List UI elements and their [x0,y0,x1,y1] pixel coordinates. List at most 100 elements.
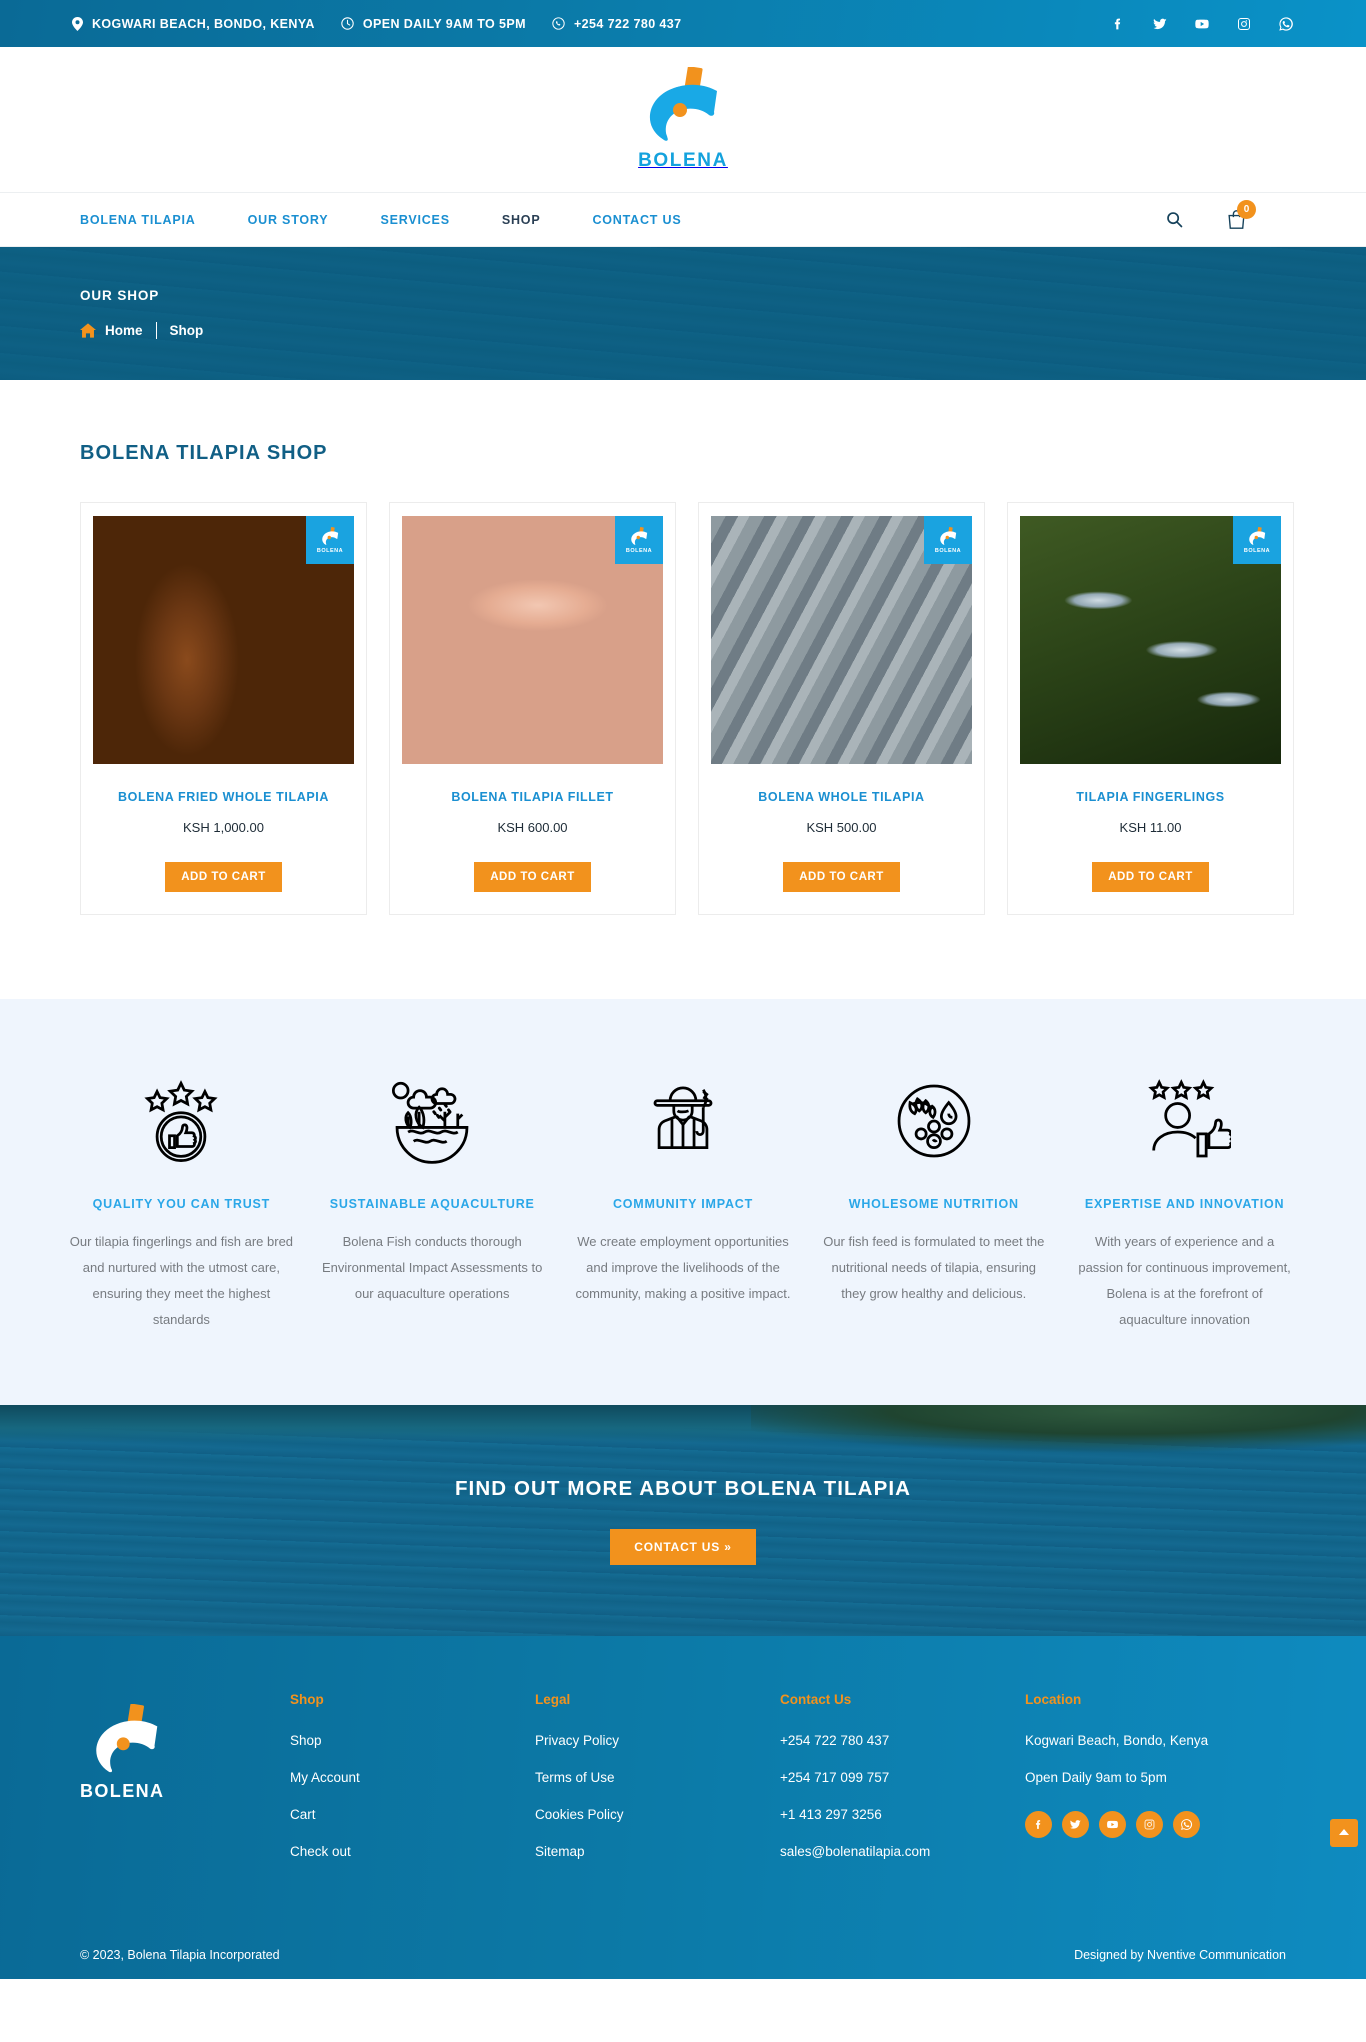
footer-column-heading: Contact Us [780,1692,852,1707]
footer-logo-wordmark: BOLENA [80,1781,165,1801]
instagram-icon[interactable] [1136,1811,1163,1838]
bolena-fish-logo-icon [80,1703,172,1780]
footer-address: Kogwari Beach, Bondo, Kenya [1025,1733,1209,1748]
footer-link[interactable]: Cookies Policy [535,1807,780,1822]
feature-description: Our fish feed is formulated to meet the … [823,1234,1045,1301]
whatsapp-icon[interactable] [1173,1811,1200,1838]
feature-item-sustainable: SUSTAINABLE AQUACULTURE Bolena Fish cond… [307,1069,558,1333]
footer-link[interactable]: Cart [290,1807,535,1822]
logo-bar: BOLENA [0,47,1366,192]
cta-contact-button[interactable]: CONTACT US » [610,1528,756,1565]
youtube-icon[interactable] [1099,1811,1126,1838]
breadcrumb: Home Shop [80,322,1298,339]
footer-link[interactable]: Privacy Policy [535,1733,780,1748]
feature-title: WHOLESOME NUTRITION [848,1197,1019,1211]
site-footer: BOLENA Shop Shop My Account Cart Check o… [0,1636,1366,1979]
twitter-icon[interactable] [1152,16,1168,32]
breadcrumb-separator [155,322,157,339]
cta-title: FIND OUT MORE ABOUT BOLENA TILAPIA [454,1476,912,1500]
cart-icon[interactable]: 0 [1227,200,1256,230]
footer-social-links [1025,1811,1275,1838]
location-pin-icon [72,16,83,31]
product-image[interactable]: BOLENA [711,516,972,764]
top-phone[interactable]: +254 722 780 437 [552,17,682,31]
features-grid: QUALITY YOU CAN TRUST Our tilapia finger… [0,1069,1366,1333]
copyright-text: © 2023, Bolena Tilapia Incorporated [80,1948,280,1962]
brand-badge-icon: BOLENA [924,516,972,564]
whatsapp-icon[interactable] [1278,16,1294,32]
nav-links: BOLENA TILAPIA OUR STORY SERVICES SHOP C… [80,213,713,227]
top-info-left: KOGWARI BEACH, BONDO, KENYA OPEN DAILY 9… [72,16,682,31]
feature-title: SUSTAINABLE AQUACULTURE [329,1197,535,1211]
instagram-icon[interactable] [1236,16,1252,32]
product-card[interactable]: BOLENA BOLENA FRIED WHOLE TILAPIA KSH 1,… [80,502,367,915]
add-to-cart-button[interactable]: ADD TO CART [165,862,282,892]
product-card[interactable]: BOLENA BOLENA WHOLE TILAPIA KSH 500.00 A… [698,502,985,915]
footer-link[interactable]: Shop [290,1733,535,1748]
footer-phone-3[interactable]: +1 413 297 3256 [780,1807,1025,1822]
footer-column-heading: Location [1025,1692,1082,1707]
nav-item-our-story[interactable]: OUR STORY [248,213,381,227]
footer-column-contact: Contact Us +254 722 780 437 +254 717 099… [780,1692,1025,1881]
whatsapp-phone-icon [552,17,565,30]
feature-item-community: COMMUNITY IMPACT We create employment op… [558,1069,809,1333]
add-to-cart-button[interactable]: ADD TO CART [474,862,591,892]
facebook-icon[interactable] [1025,1811,1052,1838]
footer-link[interactable]: Terms of Use [535,1770,780,1785]
cta-banner: FIND OUT MORE ABOUT BOLENA TILAPIA CONTA… [0,1405,1366,1636]
feature-title: QUALITY YOU CAN TRUST [92,1197,271,1211]
product-price: KSH 11.00 [1119,820,1182,835]
cart-count-badge: 0 [1237,200,1256,219]
feature-item-nutrition: WHOLESOME NUTRITION Our fish feed is for… [808,1069,1059,1333]
brand-badge-word: BOLENA [625,547,653,554]
footer-link[interactable]: Sitemap [535,1844,780,1859]
product-title[interactable]: TILAPIA FINGERLINGS [1076,790,1224,804]
product-card[interactable]: BOLENA BOLENA TILAPIA FILLET KSH 600.00 … [389,502,676,915]
eco-earth-icon [317,1069,548,1173]
twitter-icon[interactable] [1062,1811,1089,1838]
footer-phone-2[interactable]: +254 717 099 757 [780,1770,1025,1785]
footer-column-heading: Legal [535,1692,571,1707]
logo-wordmark: BOLENA [638,150,728,171]
brand-badge-word: BOLENA [1243,547,1271,554]
product-title[interactable]: BOLENA WHOLE TILAPIA [758,790,924,804]
footer-column-location: Location Kogwari Beach, Bondo, Kenya Ope… [1025,1692,1275,1881]
breadcrumb-current: Shop [169,323,204,338]
nutrition-circle-icon [818,1069,1049,1173]
facebook-icon[interactable] [1110,16,1126,32]
product-image[interactable]: BOLENA [93,516,354,764]
footer-phone-1[interactable]: +254 722 780 437 [780,1733,1025,1748]
feature-description: Our tilapia fingerlings and fish are bre… [69,1234,294,1327]
breadcrumb-home[interactable]: Home [105,323,143,338]
search-icon[interactable] [1166,211,1183,228]
nav-item-shop[interactable]: SHOP [502,213,593,227]
clock-icon [341,17,354,30]
product-image[interactable]: BOLENA [1020,516,1281,764]
product-image[interactable]: BOLENA [402,516,663,764]
top-social-links [1110,16,1294,32]
product-price: KSH 500.00 [806,820,877,835]
footer-link[interactable]: Check out [290,1844,535,1859]
add-to-cart-button[interactable]: ADD TO CART [783,862,900,892]
product-title[interactable]: BOLENA FRIED WHOLE TILAPIA [118,790,329,804]
footer-column-shop: Shop Shop My Account Cart Check out [290,1692,535,1881]
youtube-icon[interactable] [1194,16,1210,32]
chevron-up-icon [1339,1829,1349,1835]
feature-title: EXPERTISE AND INNOVATION [1084,1197,1285,1211]
top-phone-text: +254 722 780 437 [573,16,682,31]
top-info-bar: KOGWARI BEACH, BONDO, KENYA OPEN DAILY 9… [0,0,1366,47]
nav-item-services[interactable]: SERVICES [380,213,501,227]
nav-item-bolena-tilapia[interactable]: BOLENA TILAPIA [80,213,248,227]
product-card[interactable]: BOLENA TILAPIA FINGERLINGS KSH 11.00 ADD… [1007,502,1294,915]
site-logo[interactable]: BOLENA [631,66,735,172]
footer-link[interactable]: My Account [290,1770,535,1785]
feature-description: With years of experience and a passion f… [1078,1234,1291,1327]
nav-item-contact-us[interactable]: CONTACT US [592,213,713,227]
features-section: QUALITY YOU CAN TRUST Our tilapia finger… [0,999,1366,1405]
footer-email[interactable]: sales@bolenatilapia.com [780,1844,1025,1859]
product-title[interactable]: BOLENA TILAPIA FILLET [451,790,613,804]
main-navigation: BOLENA TILAPIA OUR STORY SERVICES SHOP C… [0,192,1366,247]
brand-badge-word: BOLENA [316,547,344,554]
add-to-cart-button[interactable]: ADD TO CART [1092,862,1209,892]
scroll-to-top-button[interactable] [1330,1819,1358,1847]
